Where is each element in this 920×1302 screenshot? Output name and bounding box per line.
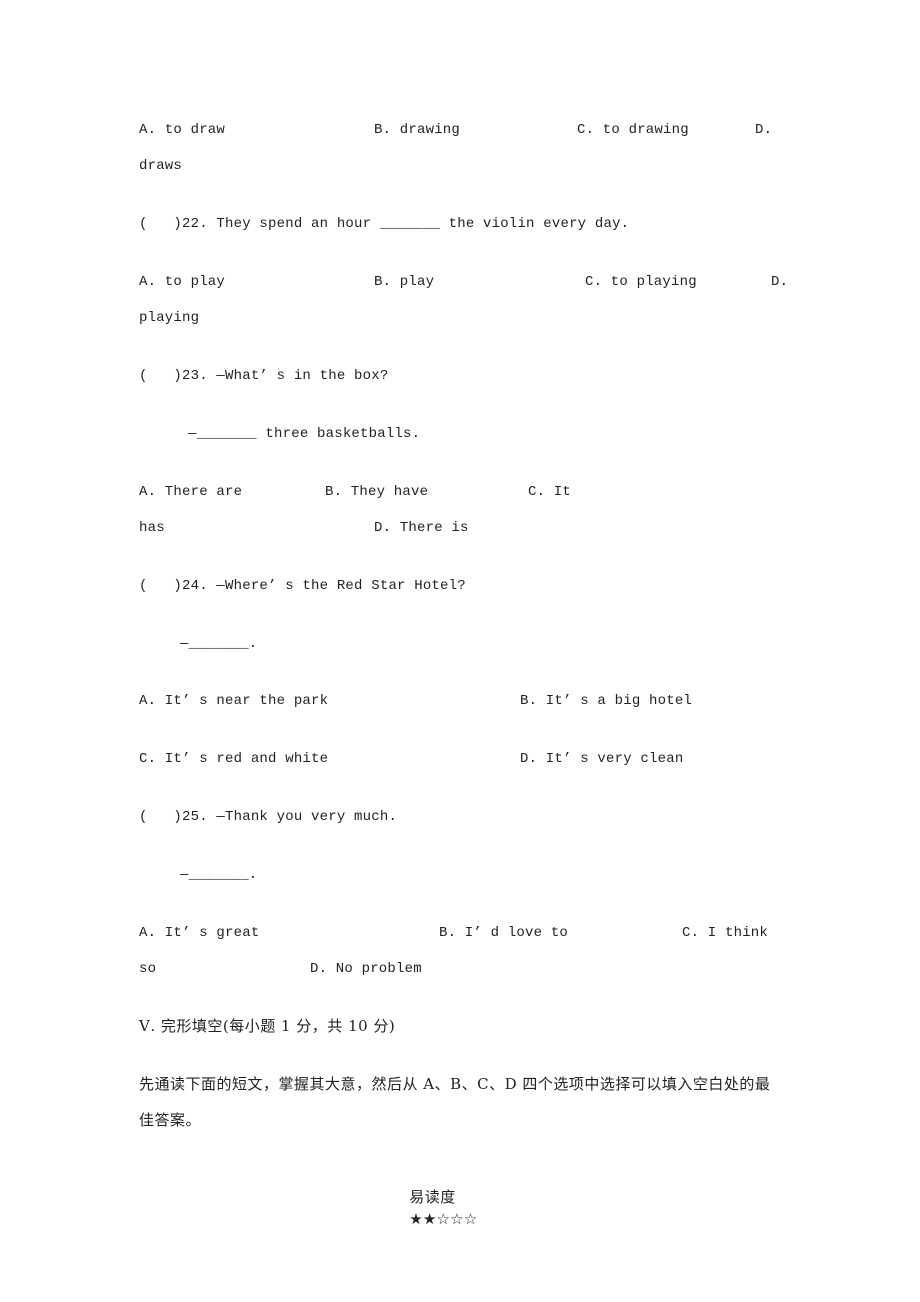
section-instruction-line1: 先通读下面的短文，掌握其大意，然后从 A、B、C、D 四个选项中选择可以填入空白… bbox=[139, 1075, 771, 1093]
q23-option-b: B. They have bbox=[325, 484, 429, 500]
q25-option-d: D. No problem bbox=[310, 961, 422, 977]
q21-option-d-text: draws bbox=[139, 158, 183, 174]
q23-option-d: D. There is bbox=[374, 520, 469, 536]
q25-answer-line: —_______. bbox=[180, 867, 258, 883]
q23-answer-line: —_______ three basketballs. bbox=[188, 426, 421, 442]
q25-stem: ( )25. —Thank you very much. bbox=[139, 809, 398, 825]
q22-option-d-text: playing bbox=[139, 310, 200, 326]
section-heading: Ⅴ. 完形填空(每小题 1 分，共 10 分) bbox=[139, 1017, 396, 1035]
q23-option-a: A. There are bbox=[139, 484, 243, 500]
section-instruction-line2: 佳答案。 bbox=[139, 1111, 202, 1129]
q23-option-c-label: C. It bbox=[528, 484, 572, 500]
q25-option-b: B. I’ d love to bbox=[439, 925, 569, 941]
star-rating-icon: ★★☆☆☆ bbox=[409, 1210, 478, 1228]
q21-option-c: C. to drawing bbox=[577, 122, 689, 138]
q24-answer-line: —_______. bbox=[180, 636, 258, 652]
q25-option-c-text: so bbox=[139, 961, 157, 977]
q24-option-d: D. It’ s very clean bbox=[520, 751, 684, 767]
q23-stem: ( )23. —What’ s in the box? bbox=[139, 368, 389, 384]
q22-stem: ( )22. They spend an hour _______ the vi… bbox=[139, 216, 630, 232]
q24-option-b: B. It’ s a big hotel bbox=[520, 693, 693, 709]
q25-option-a: A. It’ s great bbox=[139, 925, 260, 941]
q24-option-a: A. It’ s near the park bbox=[139, 693, 329, 709]
q22-option-b: B. play bbox=[374, 274, 435, 290]
q21-option-b: B. drawing bbox=[374, 122, 461, 138]
q22-option-d-label: D. bbox=[771, 274, 789, 290]
q21-option-d-label: D. bbox=[755, 122, 773, 138]
difficulty-label: 易读度 bbox=[409, 1188, 456, 1206]
q24-stem: ( )24. —Where’ s the Red Star Hotel? bbox=[139, 578, 466, 594]
difficulty-rating: 易读度 ★★☆☆☆ bbox=[392, 1167, 477, 1231]
q24-option-c: C. It’ s red and white bbox=[139, 751, 329, 767]
q23-option-c-text: has bbox=[139, 520, 165, 536]
q25-option-c-label: C. I think bbox=[682, 925, 769, 941]
q21-option-a: A. to draw bbox=[139, 122, 226, 138]
q22-option-a: A. to play bbox=[139, 274, 226, 290]
q22-option-c: C. to playing bbox=[585, 274, 697, 290]
